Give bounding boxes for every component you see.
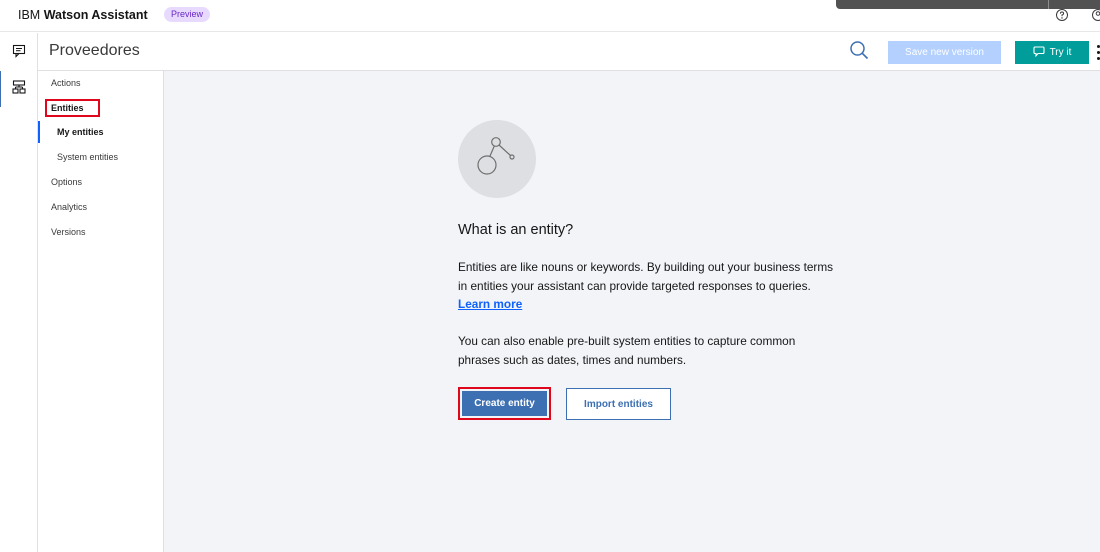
try-it-label: Try it	[1049, 47, 1072, 58]
try-it-button[interactable]: Try it	[1015, 41, 1089, 64]
empty-state-description: Entities are like nouns or keywords. By …	[458, 258, 838, 314]
chat-bubble-icon	[1033, 45, 1045, 60]
create-entity-button[interactable]: Create entity	[462, 391, 547, 416]
page-header: Proveedores Save new version Try it	[38, 33, 1100, 71]
secondary-nav: Actions Entities My entities System enti…	[38, 71, 164, 552]
overflow-menu-icon[interactable]	[1095, 41, 1100, 64]
active-indicator	[38, 121, 40, 143]
product-name[interactable]: IBM Watson Assistant	[18, 8, 148, 22]
left-rail-nav	[0, 33, 38, 552]
search-button[interactable]	[846, 39, 872, 65]
create-entity-highlight-box: Create entity	[458, 387, 551, 420]
entity-node-icon	[474, 134, 520, 185]
brand-prefix: IBM	[18, 8, 44, 22]
entity-illustration	[458, 120, 536, 198]
subnav-item-versions[interactable]: Versions	[51, 227, 86, 237]
import-entities-button[interactable]: Import entities	[566, 388, 671, 420]
system-entities-description: You can also enable pre-built system ent…	[458, 334, 796, 367]
subnav-item-my-entities[interactable]: My entities	[57, 127, 104, 137]
flow-diagram-icon	[12, 79, 26, 99]
save-new-version-button[interactable]: Save new version	[888, 41, 1001, 64]
empty-state-title: What is an entity?	[458, 222, 574, 238]
top-bar: IBM Watson Assistant Preview	[0, 0, 1100, 32]
search-icon	[849, 40, 869, 65]
user-icon[interactable]	[1091, 8, 1100, 22]
subnav-item-entities[interactable]: Entities	[51, 103, 84, 113]
description-text: Entities are like nouns or keywords. By …	[458, 260, 834, 293]
subnav-item-system-entities[interactable]: System entities	[57, 152, 118, 162]
subnav-item-actions[interactable]: Actions	[51, 78, 81, 88]
chat-icon	[12, 44, 26, 63]
learn-more-link[interactable]: Learn more	[458, 297, 522, 311]
page-title: Proveedores	[49, 42, 140, 59]
subnav-item-options[interactable]: Options	[51, 177, 82, 187]
rail-item-chat[interactable]	[0, 35, 38, 71]
rail-item-flows[interactable]	[0, 71, 38, 107]
subnav-item-analytics[interactable]: Analytics	[51, 202, 87, 212]
main-content: What is an entity? Entities are like nou…	[164, 71, 1100, 552]
preview-badge: Preview	[164, 7, 211, 22]
help-icon[interactable]	[1055, 8, 1069, 22]
brand-name: Watson Assistant	[43, 8, 148, 22]
